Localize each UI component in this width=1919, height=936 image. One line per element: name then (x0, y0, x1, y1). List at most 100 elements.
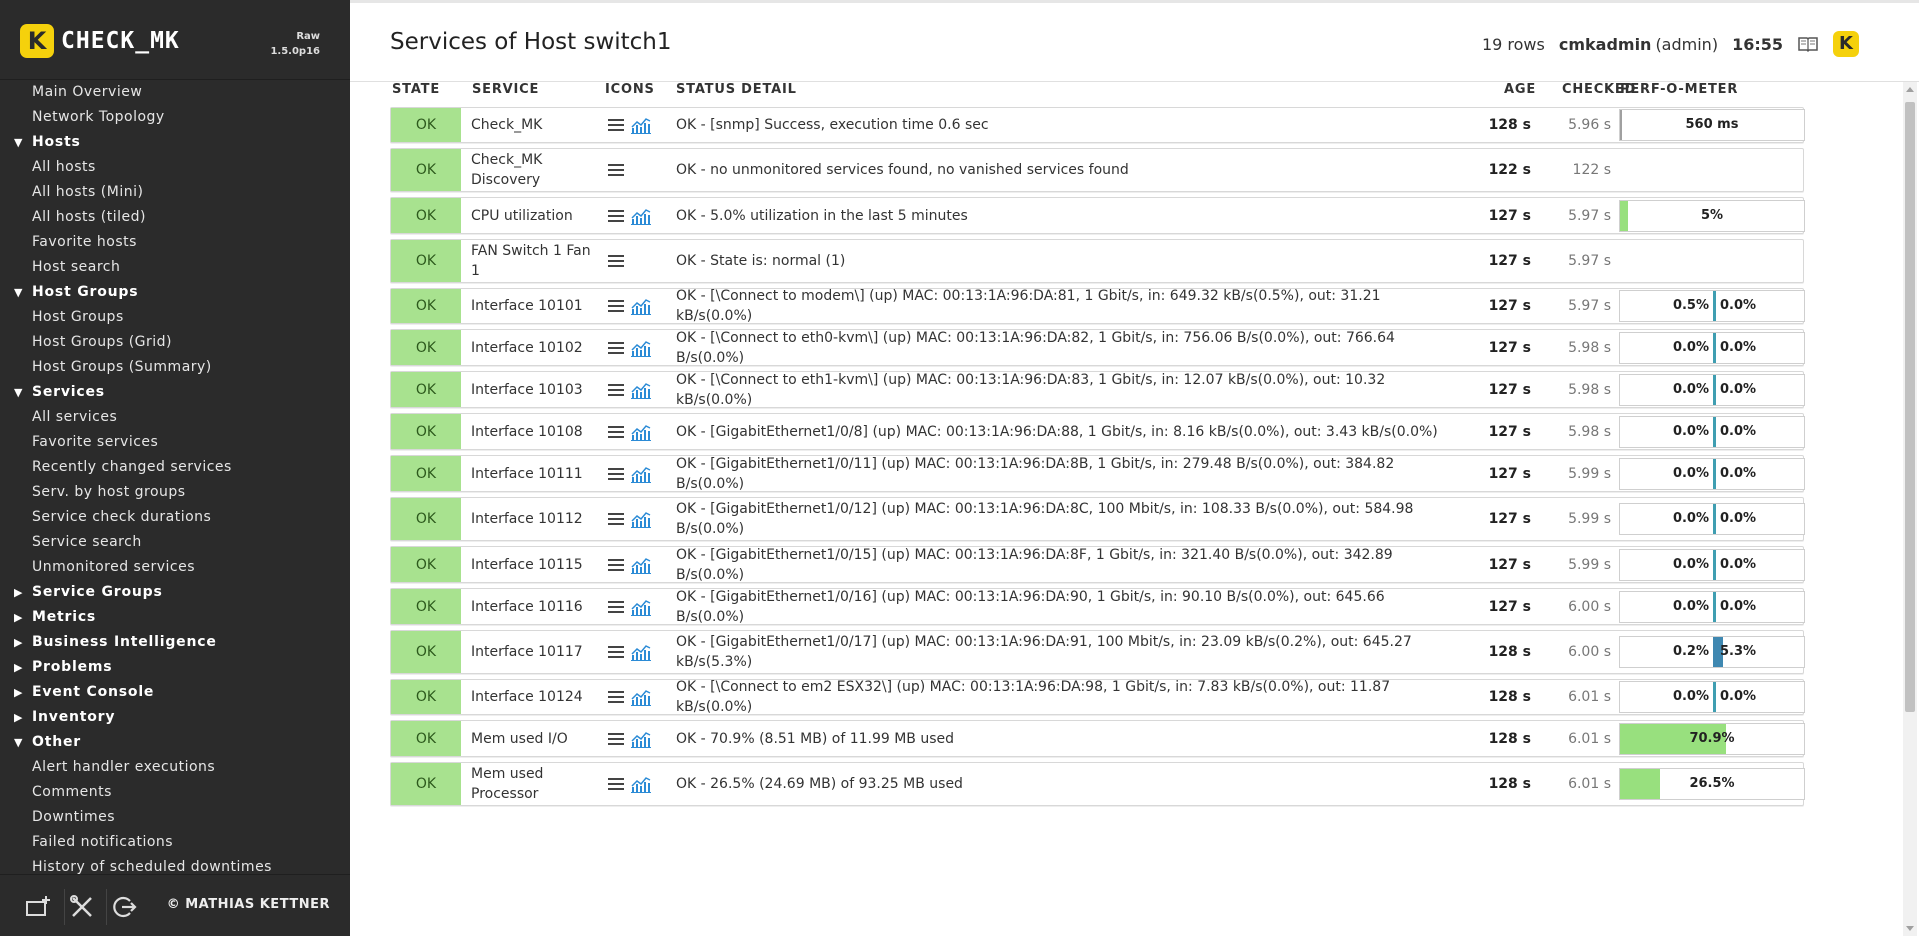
perf-o-meter[interactable]: 26.5% (1619, 768, 1805, 800)
scroll-down-arrow-icon[interactable] (1906, 926, 1914, 931)
sidebar-group-metrics[interactable]: ▶ Metrics (0, 605, 350, 630)
perf-o-meter[interactable]: 560 ms (1619, 109, 1805, 141)
sidebar-item-comments[interactable]: Comments (0, 780, 350, 805)
tools-icon[interactable] (68, 893, 96, 921)
perf-o-meter-interface[interactable]: 0.0% 0.0% (1619, 373, 1805, 406)
graph-icon[interactable] (630, 116, 652, 134)
add-snapin-icon[interactable] (24, 893, 52, 921)
table-row[interactable]: OK FAN Switch 1 Fan 1 OK - State is: norma… (390, 239, 1804, 283)
sidebar-item-downtimes[interactable]: Downtimes (0, 805, 350, 830)
graph-icon[interactable] (630, 423, 652, 441)
sidebar-item-service-search[interactable]: Service search (0, 530, 350, 555)
username[interactable]: cmkadmin (1559, 35, 1652, 54)
service-name[interactable]: Interface 10112 (471, 498, 596, 540)
graph-icon[interactable] (630, 381, 652, 399)
table-row[interactable]: OK Check_MK Discovery OK - no unmonitored … (390, 148, 1804, 192)
scroll-up-arrow-icon[interactable] (1906, 87, 1914, 92)
sidebar-item-host-search[interactable]: Host search (0, 255, 350, 280)
action-menu-icon[interactable] (606, 776, 626, 792)
action-menu-icon[interactable] (606, 298, 626, 314)
sidebar-item-service-check-durations[interactable]: Service check durations (0, 505, 350, 530)
service-name[interactable]: Interface 10116 (471, 589, 596, 624)
checkmk-icon[interactable]: K (1833, 31, 1859, 57)
service-name[interactable]: Check_MK (471, 108, 596, 142)
perf-o-meter-interface[interactable]: 0.2% 5.3% (1619, 636, 1805, 668)
sidebar-item-host-groups-grid[interactable]: Host Groups (Grid) (0, 330, 350, 355)
perf-o-meter-interface[interactable]: 0.0% 0.0% (1619, 457, 1805, 490)
action-menu-icon[interactable] (606, 644, 626, 660)
scrollbar-thumb[interactable] (1905, 102, 1915, 712)
action-menu-icon[interactable] (606, 208, 626, 224)
sidebar-group-host-groups[interactable]: ▼ Host Groups (0, 280, 350, 305)
perf-o-meter[interactable]: 70.9% (1619, 722, 1805, 755)
service-name[interactable]: Interface 10102 (471, 330, 596, 365)
service-name[interactable]: CPU utilization (471, 198, 596, 233)
action-menu-icon[interactable] (606, 382, 626, 398)
perf-o-meter[interactable]: 5% (1619, 199, 1805, 232)
action-menu-icon[interactable] (606, 424, 626, 440)
sidebar-item-failed-notifications[interactable]: Failed notifications (0, 830, 350, 855)
sidebar-item-favorite-hosts[interactable]: Favorite hosts (0, 230, 350, 255)
sidebar-group-service-groups[interactable]: ▶ Service Groups (0, 580, 350, 605)
service-name[interactable]: Interface 10124 (471, 680, 596, 714)
perf-o-meter-interface[interactable]: 0.0% 0.0% (1619, 590, 1805, 623)
sidebar-item-history-of-scheduled-downtimes[interactable]: History of scheduled downtimes (0, 855, 350, 874)
column-header-perf-o-meter[interactable]: PERF-O-METER (1620, 82, 1738, 97)
column-header-age[interactable]: AGE (1504, 82, 1536, 97)
table-row[interactable]: OK Interface 10117 OK - [GigabitEthernet1/… (390, 630, 1805, 674)
graph-icon[interactable] (630, 775, 652, 793)
service-name[interactable]: Interface 10101 (471, 289, 596, 323)
action-menu-icon[interactable] (606, 689, 626, 705)
column-header-icons[interactable]: ICONS (605, 82, 655, 97)
sidebar-item-serv-by-host-groups[interactable]: Serv. by host groups (0, 480, 350, 505)
graph-icon[interactable] (630, 339, 652, 357)
table-row[interactable]: OK Interface 10111 OK - [GigabitEthernet1/… (390, 455, 1805, 492)
sidebar-item-all-hosts[interactable]: All hosts (0, 155, 350, 180)
sidebar-item-all-services[interactable]: All services (0, 405, 350, 430)
sidebar-group-inventory[interactable]: ▶ Inventory (0, 705, 350, 730)
sidebar-item-favorite-services[interactable]: Favorite services (0, 430, 350, 455)
column-header-service[interactable]: SERVICE (472, 82, 539, 97)
sidebar-item-host-groups[interactable]: Host Groups (0, 305, 350, 330)
perf-o-meter-interface[interactable]: 0.0% 0.0% (1619, 548, 1805, 581)
graph-icon[interactable] (630, 297, 652, 315)
service-name[interactable]: Interface 10108 (471, 414, 596, 449)
graph-icon[interactable] (630, 730, 652, 748)
graph-icon[interactable] (630, 688, 652, 706)
action-menu-icon[interactable] (606, 511, 626, 527)
action-menu-icon[interactable] (606, 117, 626, 133)
action-menu-icon[interactable] (606, 162, 626, 178)
table-row[interactable]: OK Mem used Processor OK - 26.5% (24.69 MB… (390, 762, 1805, 806)
column-header-status-detail[interactable]: STATUS DETAIL (676, 82, 797, 97)
table-row[interactable]: OK Check_MK OK - [snmp] Success, execution… (390, 107, 1805, 143)
action-menu-icon[interactable] (606, 253, 626, 269)
action-menu-icon[interactable] (606, 466, 626, 482)
sidebar-item-all-hosts-mini[interactable]: All hosts (Mini) (0, 180, 350, 205)
sidebar-group-hosts[interactable]: ▼ Hosts (0, 130, 350, 155)
book-icon[interactable] (1797, 35, 1819, 53)
sidebar-group-problems[interactable]: ▶ Problems (0, 655, 350, 680)
perf-o-meter-interface[interactable]: 0.0% 0.0% (1619, 503, 1805, 535)
table-row[interactable]: OK Interface 10116 OK - [GigabitEthernet1/… (390, 588, 1805, 625)
sidebar-group-services[interactable]: ▼ Services (0, 380, 350, 405)
graph-icon[interactable] (630, 556, 652, 574)
table-row[interactable]: OK Interface 10112 OK - [GigabitEthernet1/… (390, 497, 1805, 541)
action-menu-icon[interactable] (606, 599, 626, 615)
table-row[interactable]: OK CPU utilization OK - 5.0% utilization i… (390, 197, 1805, 234)
service-name[interactable]: FAN Switch 1 Fan 1 (471, 240, 596, 282)
graph-icon[interactable] (630, 598, 652, 616)
sidebar-item-all-hosts-tiled[interactable]: All hosts (tiled) (0, 205, 350, 230)
sidebar-group-event-console[interactable]: ▶ Event Console (0, 680, 350, 705)
action-menu-icon[interactable] (606, 340, 626, 356)
sidebar-item-alert-handler-executions[interactable]: Alert handler executions (0, 755, 350, 780)
sidebar-item-main-overview[interactable]: Main Overview (0, 80, 350, 105)
perf-o-meter-interface[interactable]: 0.5% 0.0% (1619, 290, 1805, 322)
graph-icon[interactable] (630, 465, 652, 483)
table-row[interactable]: OK Mem used I/O OK - 70.9% (8.51 MB) of 11… (390, 720, 1805, 757)
vertical-scrollbar[interactable] (1903, 82, 1917, 936)
action-menu-icon[interactable] (606, 731, 626, 747)
perf-o-meter-interface[interactable]: 0.0% 0.0% (1619, 681, 1805, 713)
sidebar-item-unmonitored-services[interactable]: Unmonitored services (0, 555, 350, 580)
table-row[interactable]: OK Interface 10108 OK - [GigabitEthernet1/… (390, 413, 1805, 450)
table-row[interactable]: OK Interface 10102 OK - [\Connect to eth0-… (390, 329, 1805, 366)
